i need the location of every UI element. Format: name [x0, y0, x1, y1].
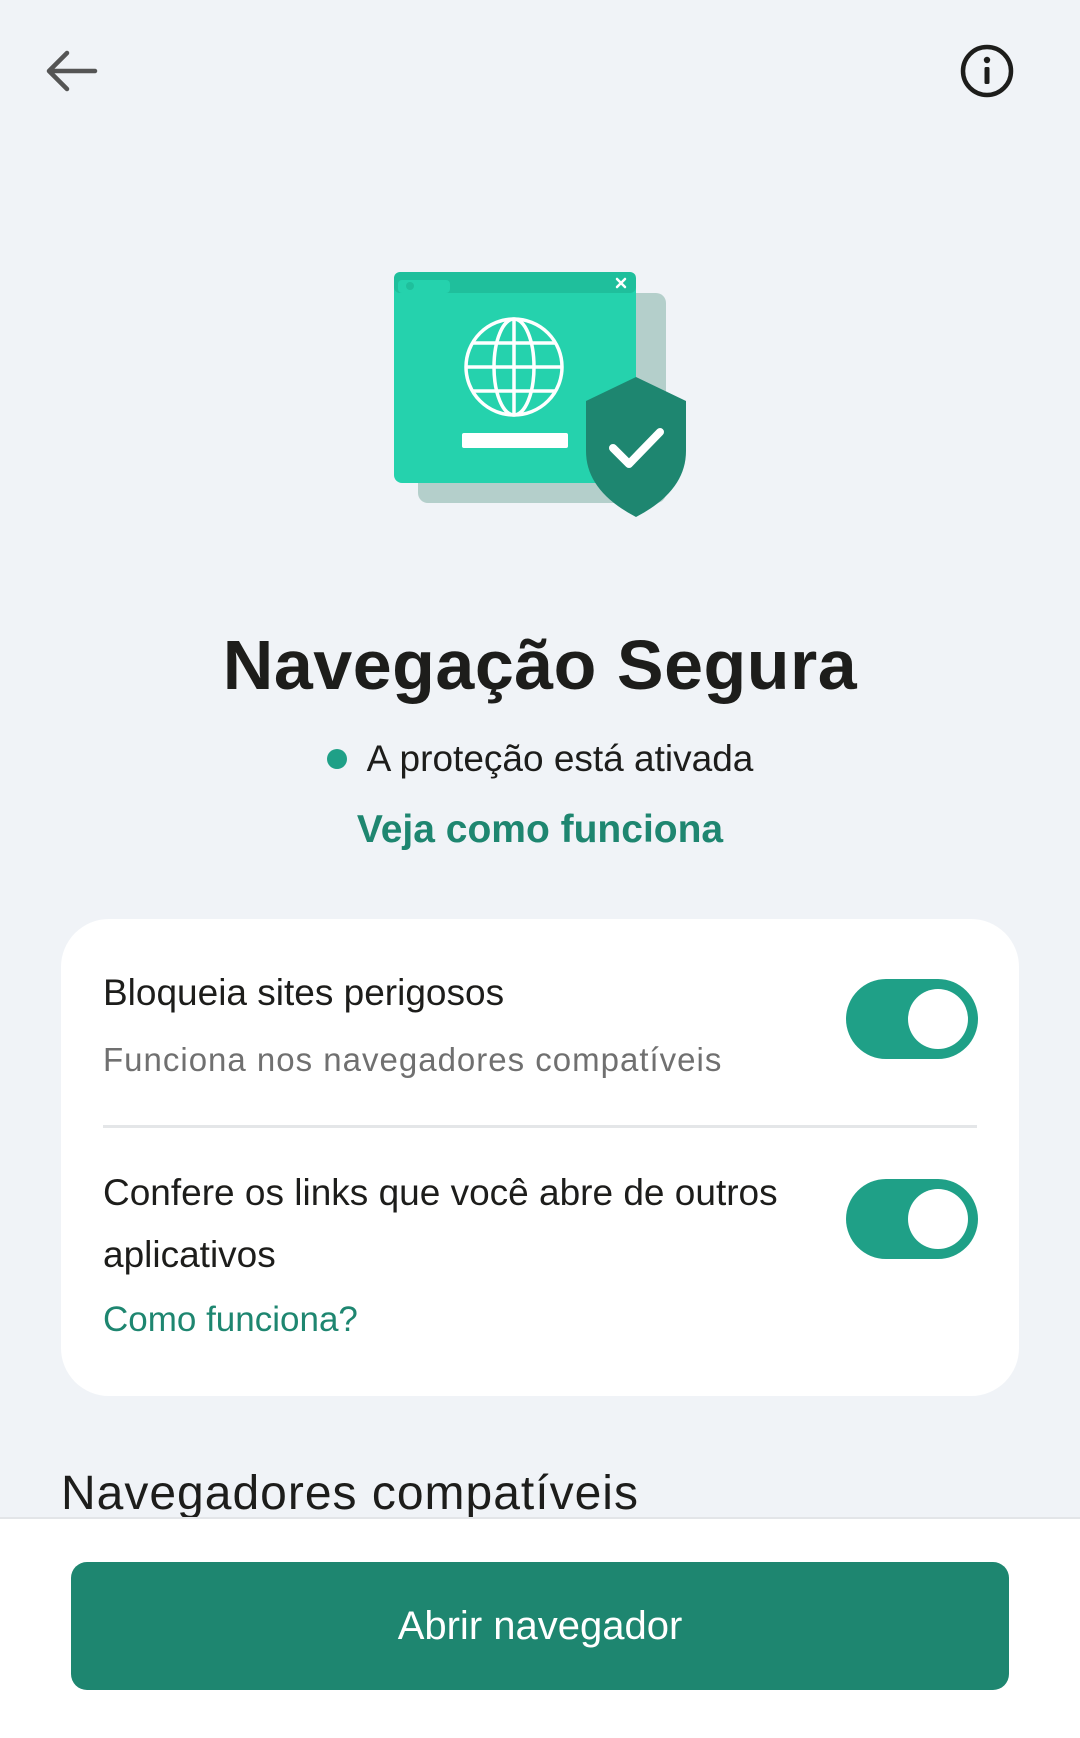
protection-status: A proteção está ativada	[0, 738, 1080, 780]
settings-card: Bloqueia sites perigosos Funciona nos na…	[61, 919, 1019, 1396]
toggle-knob	[908, 1189, 968, 1249]
setting-block-dangerous-sites-title: Bloqueia sites perigosos	[103, 972, 505, 1013]
check-links-how-link[interactable]: Como funciona?	[103, 1300, 358, 1340]
divider	[103, 1125, 977, 1128]
toggle-knob	[908, 989, 968, 1049]
toggle-block-dangerous-sites[interactable]	[846, 979, 978, 1059]
status-dot-icon	[326, 749, 347, 769]
info-button[interactable]	[939, 23, 1035, 119]
top-bar	[0, 0, 1080, 140]
status-text: A proteção está ativada	[366, 738, 754, 779]
browser-globe-shield-icon	[394, 272, 686, 517]
how-it-works-link[interactable]: Veja como funciona	[0, 808, 1080, 852]
back-button[interactable]	[23, 23, 119, 119]
open-browser-button[interactable]: Abrir navegador	[71, 1562, 1009, 1690]
bottom-bar: Abrir navegador	[0, 1517, 1080, 1738]
toggle-check-links[interactable]	[846, 1179, 978, 1259]
info-circle-icon	[960, 44, 1014, 98]
page-title: Navegação Segura	[222, 626, 858, 704]
hero-illustration	[380, 255, 700, 525]
setting-block-dangerous-sites-subtitle: Funciona nos navegadores compatíveis	[103, 1041, 723, 1078]
compatible-browsers-heading: Navegadores compatíveis	[61, 1467, 639, 1519]
setting-check-links-title: Confere os links que você abre de outros…	[103, 1172, 778, 1275]
arrow-left-icon	[46, 50, 98, 92]
